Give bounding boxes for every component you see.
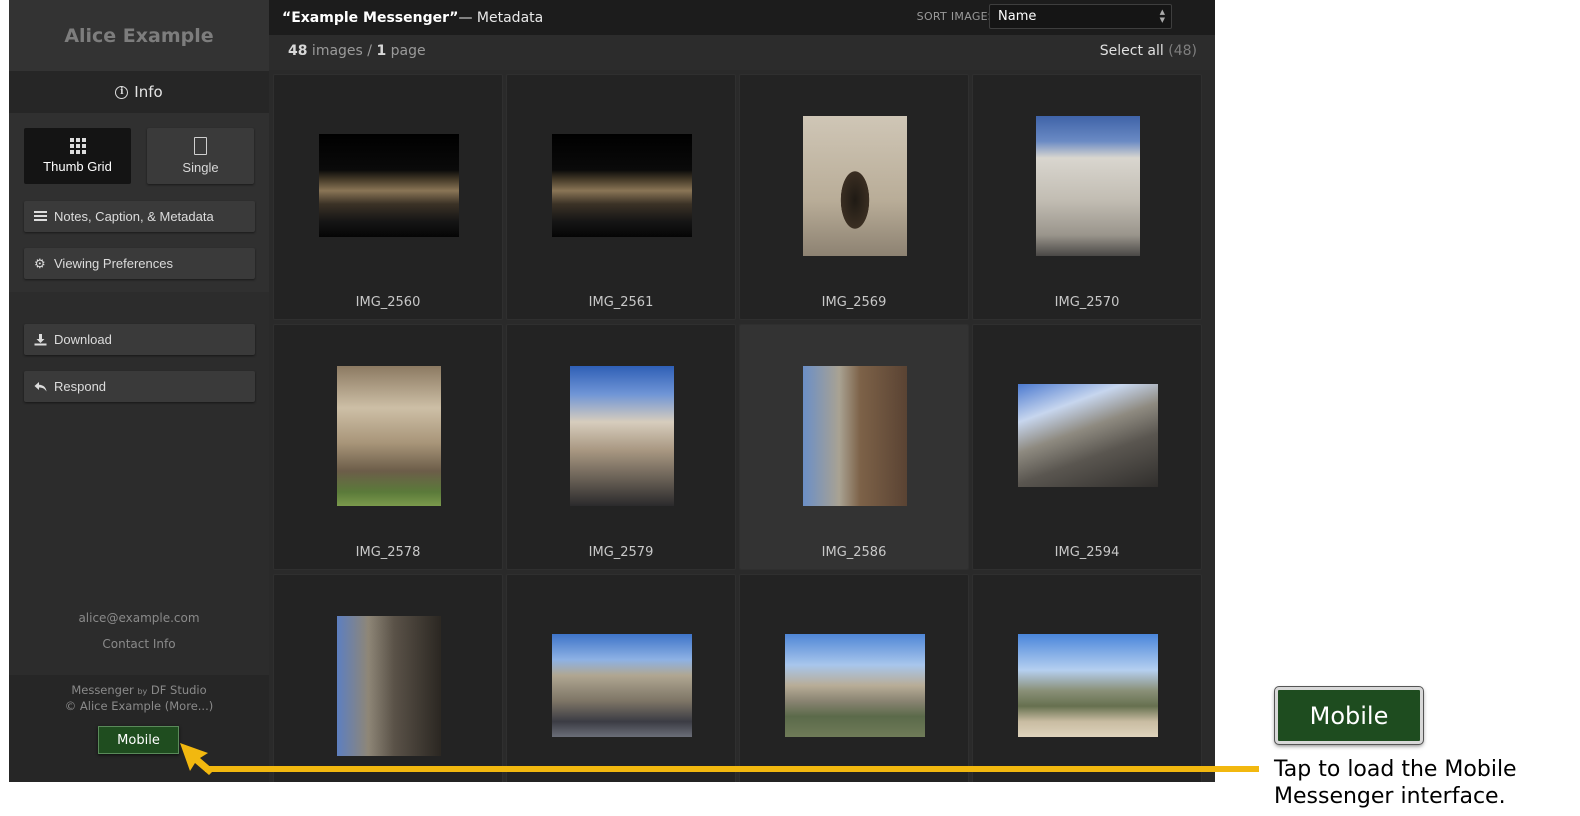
thumbnail-tile[interactable] (739, 574, 969, 782)
select-all-link[interactable]: Select all (48) (1100, 43, 1197, 59)
thumbnail-tile[interactable]: IMG_2570 (972, 74, 1202, 320)
thumbnail-image (552, 634, 692, 737)
thumbnail-tile[interactable]: IMG_2594 (972, 324, 1202, 570)
images-suffix: images / (307, 43, 377, 59)
owner-name: Alice Example (9, 0, 269, 71)
thumbnail-name: IMG_2570 (1054, 295, 1120, 310)
powered-by: Messenger by DF Studio (9, 683, 269, 697)
notes-caption-metadata-button[interactable]: Notes, Caption, & Metadata (24, 201, 255, 232)
single-view-button[interactable]: Single (147, 128, 254, 184)
download-label: Download (54, 332, 112, 347)
list-icon (34, 210, 47, 223)
sort-select[interactable]: Name ▲ ▼ (989, 4, 1172, 29)
thumbnail-image (803, 366, 907, 506)
info-button[interactable]: i Info (9, 71, 269, 113)
messenger-title: “Example Messenger” (282, 9, 459, 26)
mobile-button[interactable]: Mobile (98, 726, 179, 754)
thumbnail-image (319, 134, 459, 237)
image-count: 48 images / 1 page (288, 43, 426, 59)
thumbnail-name: IMG_2579 (588, 545, 654, 560)
contact-info-link[interactable]: Contact Info (9, 637, 269, 651)
thumb-grid-button[interactable]: Thumb Grid (24, 128, 131, 184)
info-icon: i (115, 85, 129, 99)
thumbnail-image (570, 366, 674, 506)
thumbnail-name: IMG_2594 (1054, 545, 1120, 560)
callout-arrow-line (205, 766, 1259, 772)
sort-value: Name (998, 9, 1037, 24)
reply-icon (34, 382, 47, 392)
header-bar: “Example Messenger” — Metadata SORT IMAG… (269, 0, 1215, 35)
thumbnail-tile[interactable]: IMG_2586 (739, 324, 969, 570)
thumbnail-name: IMG_2569 (821, 295, 887, 310)
select-all-count: (48) (1168, 43, 1197, 59)
count-bar: 48 images / 1 page Select all (48) (269, 35, 1215, 70)
thumbnail-name: IMG_2578 (355, 545, 421, 560)
respond-label: Respond (54, 379, 107, 394)
thumbnail-image (337, 366, 441, 506)
thumbnail-tile[interactable] (273, 574, 503, 782)
callout-arrow-head-icon (180, 743, 214, 775)
thumbnail-tile[interactable]: IMG_2579 (506, 324, 736, 570)
respond-button[interactable]: Respond (24, 371, 255, 402)
thumbnail-image (803, 116, 907, 256)
thumbnail-name: IMG_2561 (588, 295, 654, 310)
gear-icon: ⚙ (34, 256, 46, 271)
download-button[interactable]: Download (24, 324, 255, 355)
view-mode-toggle: Thumb Grid Single (24, 128, 255, 184)
thumb-grid-label: Thumb Grid (43, 159, 112, 174)
page-subtitle: — Metadata (458, 9, 544, 26)
single-page-icon (194, 137, 207, 155)
callout-text: Tap to load the Mobile Messenger interfa… (1274, 757, 1517, 809)
main-panel: “Example Messenger” — Metadata SORT IMAG… (269, 0, 1215, 782)
single-view-label: Single (182, 160, 219, 175)
thumbnail-tile[interactable] (972, 574, 1202, 782)
thumbnail-image (552, 134, 692, 237)
thumbnail-tile[interactable]: IMG_2569 (739, 74, 969, 320)
thumbnail-tile[interactable] (506, 574, 736, 782)
messenger-window: Alice Example i Info Thumb Grid Single N… (9, 0, 1215, 782)
thumbnail-image (1018, 634, 1158, 737)
mobile-button-callout: Mobile (1274, 686, 1424, 745)
sidebar: Alice Example i Info Thumb Grid Single N… (9, 0, 269, 782)
thumbnail-image (1036, 116, 1140, 256)
info-label: Info (134, 83, 163, 101)
thumbnail-image (785, 634, 925, 737)
thumbnail-tile[interactable]: IMG_2578 (273, 324, 503, 570)
footer-by: by (137, 687, 148, 696)
notes-label: Notes, Caption, & Metadata (54, 209, 214, 224)
thumbnail-name: IMG_2586 (821, 545, 887, 560)
thumbnail-tile[interactable]: IMG_2561 (506, 74, 736, 320)
prefs-label: Viewing Preferences (54, 256, 173, 271)
footer-app: Messenger (71, 683, 134, 697)
grid-icon (69, 138, 86, 154)
pages-suffix: page (386, 43, 426, 59)
owner-email[interactable]: alice@example.com (9, 611, 269, 625)
images-count: 48 (288, 43, 308, 59)
viewing-preferences-button[interactable]: ⚙ Viewing Preferences (24, 248, 255, 279)
pages-count: 1 (376, 43, 387, 59)
thumbnail-tile[interactable]: IMG_2560 (273, 74, 503, 320)
thumbnail-image (1018, 384, 1158, 487)
select-all-label: Select all (1099, 43, 1164, 59)
footer-copyright[interactable]: © Alice Example (More...) (9, 699, 269, 713)
thumbnail-name: IMG_2560 (355, 295, 421, 310)
footer-brand[interactable]: DF Studio (151, 683, 207, 697)
thumbnail-image (337, 616, 441, 756)
download-icon (34, 334, 47, 346)
select-arrows-icon: ▲ ▼ (1159, 8, 1165, 24)
